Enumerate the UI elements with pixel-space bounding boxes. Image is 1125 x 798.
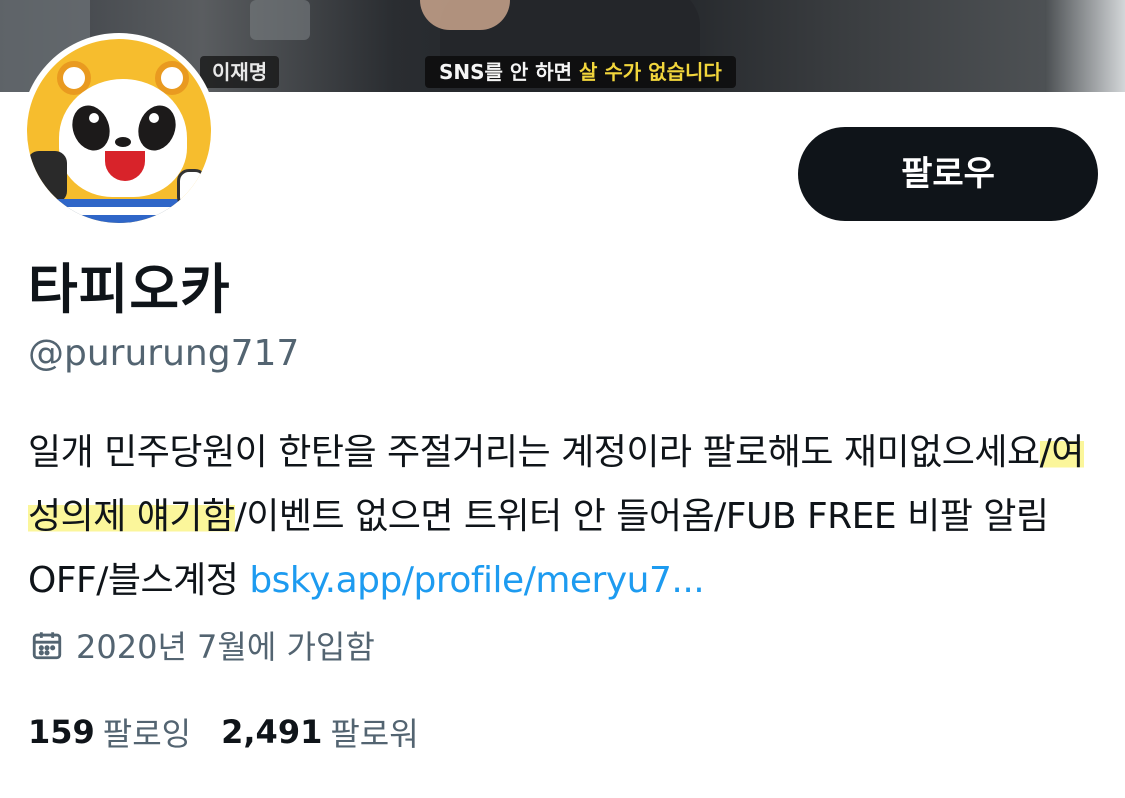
banner-glare bbox=[1045, 0, 1125, 92]
following-link[interactable]: 159 팔로잉 bbox=[28, 709, 191, 755]
profile-bio: 일개 민주당원이 한탄을 주절거리는 계정이라 팔로해도 재미없으세요/여성의제… bbox=[28, 421, 1088, 613]
avatar-microphone bbox=[27, 151, 67, 203]
banner-caption-highlight: 살 수가 없습니다 bbox=[579, 60, 722, 84]
following-count: 159 bbox=[28, 713, 95, 751]
bio-text: 일개 민주당원이 한탄을 주절거리는 계정이라 팔로해도 재미없으세요 bbox=[28, 432, 1040, 473]
followers-link[interactable]: 2,491 팔로워 bbox=[221, 709, 419, 755]
bio-link[interactable]: bsky.app/profile/meryu7... bbox=[249, 560, 704, 601]
calendar-icon bbox=[30, 628, 64, 662]
following-label: 팔로잉 bbox=[102, 715, 192, 753]
banner-background-shape bbox=[250, 0, 310, 40]
banner-caption: SNS를 안 하면 살 수가 없습니다 bbox=[425, 56, 736, 88]
follow-button[interactable]: 팔로우 bbox=[798, 127, 1098, 221]
avatar-hand bbox=[177, 169, 207, 209]
avatar-shirt-stripe bbox=[47, 207, 197, 215]
banner-name-tag: 이재명 bbox=[200, 56, 280, 88]
display-name: 타피오카 bbox=[28, 258, 231, 321]
profile-page: 이재명 SNS를 안 하면 살 수가 없습니다 팔로우 타피오카 @pururu… bbox=[0, 0, 1125, 798]
avatar-nose bbox=[115, 137, 131, 147]
joined-date-text: 2020년 7월에 가입함 bbox=[76, 628, 375, 666]
followers-count: 2,491 bbox=[221, 713, 323, 751]
followers-label: 팔로워 bbox=[330, 715, 419, 753]
avatar-eye-shine bbox=[89, 113, 99, 123]
banner-caption-text: SNS를 안 하면 bbox=[439, 60, 580, 84]
avatar-eye-shine bbox=[149, 113, 159, 123]
avatar[interactable] bbox=[21, 33, 217, 229]
avatar-image bbox=[27, 39, 211, 223]
follow-stats: 159 팔로잉 2,491 팔로워 bbox=[28, 705, 449, 759]
user-handle: @pururung717 bbox=[28, 333, 300, 374]
joined-date: 2020년 7월에 가입함 bbox=[30, 621, 375, 669]
